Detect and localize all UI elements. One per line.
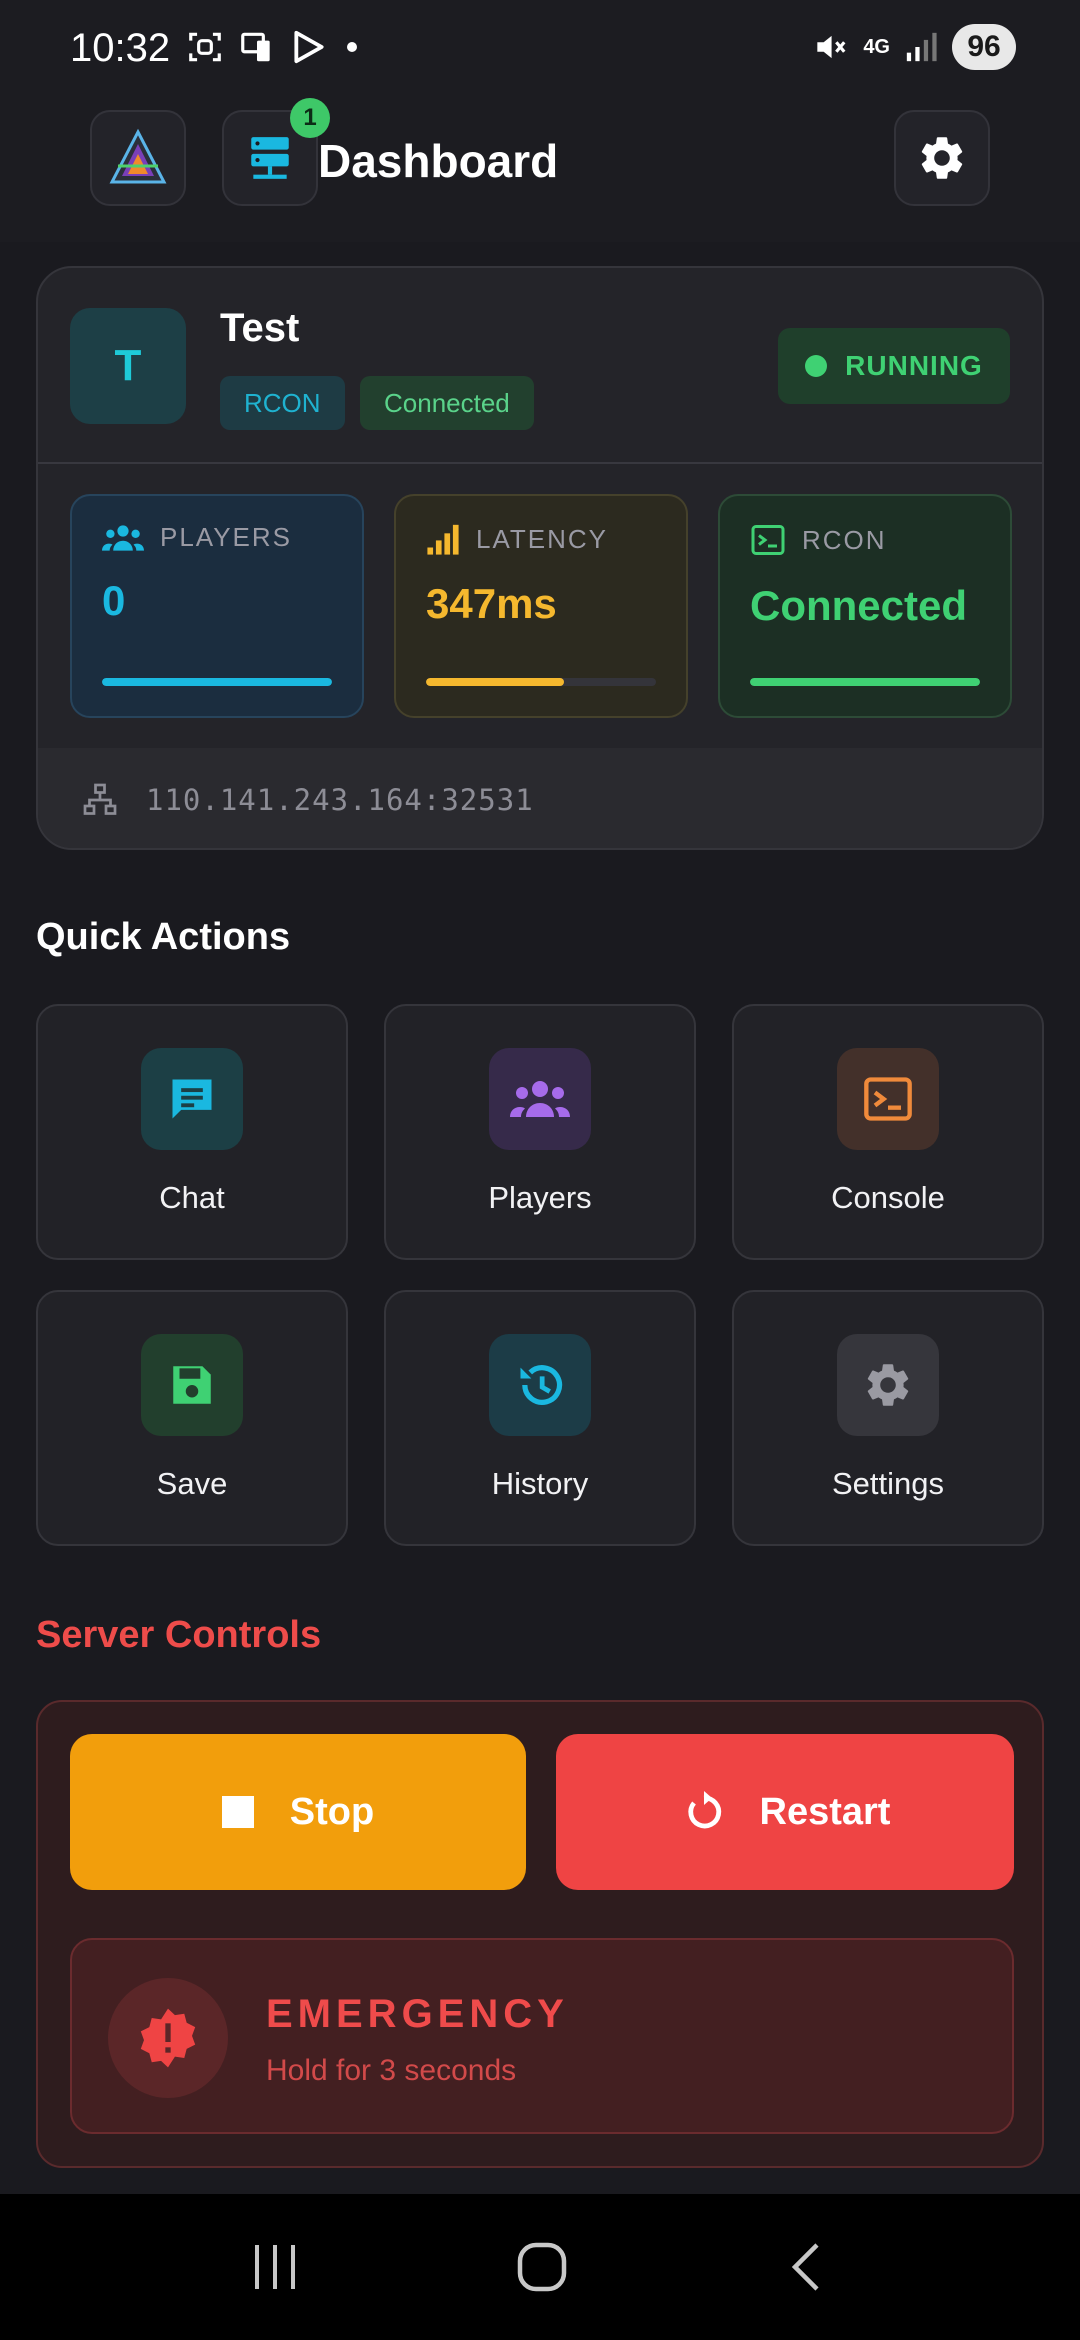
quick-action-label: Chat <box>159 1180 225 1215</box>
server-icon <box>251 137 289 179</box>
rcon-stat-card: RCON Connected <box>718 494 1012 718</box>
emergency-hint: Hold for 3 seconds <box>266 2054 517 2087</box>
terminal-icon <box>751 525 785 555</box>
server-address-row[interactable]: 110.141.243.164:32531 <box>38 748 1042 848</box>
rcon-bar-fill <box>750 678 980 686</box>
notification-icons <box>186 28 362 66</box>
chat-icon-tile <box>141 1048 243 1150</box>
quick-action-label: Console <box>831 1180 945 1215</box>
dot-icon <box>347 42 357 52</box>
app-logo-icon <box>109 128 167 184</box>
quick-action-history[interactable]: History <box>384 1290 696 1546</box>
status-dot <box>805 355 828 377</box>
gear-icon <box>921 137 963 179</box>
page-title: Dashboard <box>318 135 559 187</box>
latency-stat-label: LATENCY <box>476 523 608 554</box>
home-icon[interactable] <box>514 2239 570 2295</box>
console-icon <box>864 1077 912 1121</box>
players-icon <box>102 524 144 551</box>
server-address: 110.141.243.164:32531 <box>146 783 534 817</box>
restart-icon <box>687 1791 721 1829</box>
rcon-stat-label: RCON <box>802 524 887 555</box>
device-icon <box>241 32 270 62</box>
restart-button-label: Restart <box>759 1790 891 1833</box>
players-icon <box>510 1081 570 1117</box>
server-card[interactable]: T Test RCON Connected RUNNING PLAYERS 0 … <box>36 266 1044 850</box>
quick-action-label: History <box>491 1466 589 1501</box>
status-bar: 10:32 4G 96 <box>0 0 1080 96</box>
latency-bar-fill <box>426 678 564 686</box>
network-label: 4G <box>863 36 890 58</box>
save-icon-tile <box>141 1334 243 1436</box>
app-logo-button[interactable] <box>90 110 186 206</box>
network-icon <box>83 783 117 815</box>
latency-stat-card: LATENCY 347ms <box>394 494 688 718</box>
divider <box>38 462 1042 464</box>
quick-action-label: Players <box>488 1180 592 1215</box>
server-controls-panel: Stop Restart EMERGENCY Hold for 3 second… <box>36 1700 1044 2168</box>
rcon-stat-value: Connected <box>750 582 968 629</box>
recent-apps-icon[interactable] <box>245 2239 305 2295</box>
quick-action-chat[interactable]: Chat <box>36 1004 348 1260</box>
quick-action-console[interactable]: Console <box>732 1004 1044 1260</box>
quick-action-players[interactable]: Players <box>384 1004 696 1260</box>
emergency-title: EMERGENCY <box>266 1992 569 2036</box>
play-store-icon <box>294 30 324 64</box>
chat-icon <box>172 1079 212 1119</box>
signal-icon <box>906 32 937 62</box>
server-count-badge: 1 <box>290 98 330 138</box>
stop-button-label: Stop <box>289 1790 375 1833</box>
stop-button[interactable]: Stop <box>70 1734 526 1890</box>
connected-tag: Connected <box>360 376 534 430</box>
emergency-icon-circle <box>108 1978 228 2098</box>
mute-icon <box>817 35 846 59</box>
settings-icon <box>867 1364 909 1406</box>
server-controls-title: Server Controls <box>36 1614 322 1656</box>
screenshot-icon <box>189 32 221 62</box>
restart-button[interactable]: Restart <box>556 1734 1014 1890</box>
players-icon-tile <box>489 1048 591 1150</box>
latency-bar <box>426 678 656 686</box>
players-bar <box>102 678 332 686</box>
players-bar-fill <box>102 678 332 686</box>
server-name: Test <box>220 306 300 350</box>
console-icon-tile <box>837 1048 939 1150</box>
latency-stat-value: 347ms <box>426 580 557 627</box>
quick-action-save[interactable]: Save <box>36 1290 348 1546</box>
quick-action-label: Settings <box>831 1466 944 1501</box>
system-indicators: 4G 96 <box>811 24 1016 70</box>
quick-action-settings[interactable]: Settings <box>732 1290 1044 1546</box>
quick-actions-title: Quick Actions <box>36 916 291 958</box>
status-label: RUNNING <box>845 350 983 381</box>
back-icon[interactable] <box>779 2239 835 2295</box>
status-badge: RUNNING <box>778 328 1010 404</box>
battery-indicator: 96 <box>952 24 1016 70</box>
players-stat-value: 0 <box>102 577 126 624</box>
rcon-tag: RCON <box>220 376 345 430</box>
stop-icon <box>221 1796 254 1828</box>
players-stat-label: PLAYERS <box>160 522 293 552</box>
alert-badge-icon <box>140 2008 196 2068</box>
header-settings-button[interactable] <box>894 110 990 206</box>
history-icon <box>520 1365 563 1405</box>
signal-bars-icon <box>427 524 459 555</box>
rcon-bar <box>750 678 980 686</box>
clock: 10:32 <box>70 26 171 70</box>
save-icon <box>173 1366 211 1404</box>
players-stat-card: PLAYERS 0 <box>70 494 364 718</box>
quick-action-label: Save <box>156 1466 228 1501</box>
server-avatar: T <box>70 308 186 424</box>
system-nav-bar <box>0 2194 1080 2340</box>
history-icon-tile <box>489 1334 591 1436</box>
server-switcher-button[interactable]: 1 <box>222 98 330 206</box>
settings-icon-tile <box>837 1334 939 1436</box>
emergency-button[interactable]: EMERGENCY Hold for 3 seconds <box>70 1938 1014 2134</box>
